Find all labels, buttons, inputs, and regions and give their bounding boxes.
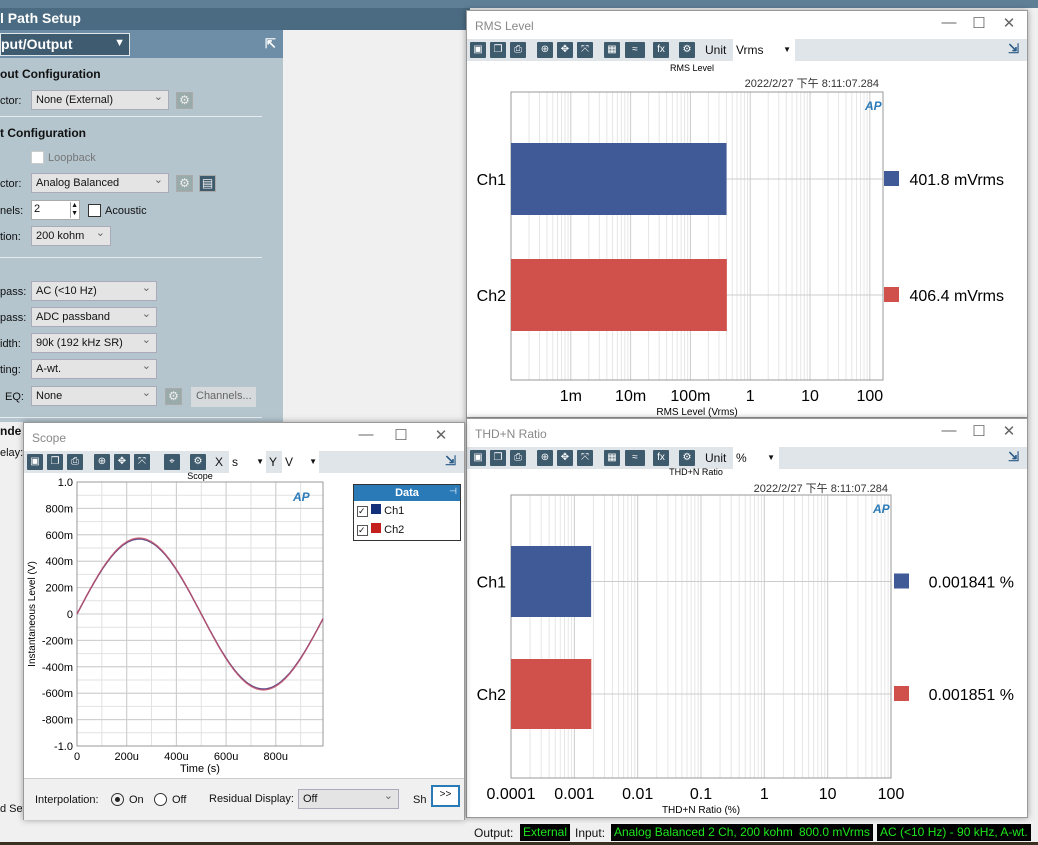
output-status-label: Output: <box>474 826 514 840</box>
x-tick-label: 600u <box>214 751 238 763</box>
ap-logo: AP <box>864 99 883 113</box>
legend-swatch <box>884 287 899 302</box>
y-tick-label: 600m <box>45 530 73 542</box>
y-tick-label: 200m <box>45 583 73 595</box>
filter-status-value: AC (<10 Hz) - 90 kHz, A-wt. <box>877 824 1031 841</box>
timestamp: 2022/2/27 下午 8:11:07.284 <box>754 482 888 495</box>
level-status-value: 800.0 mVrms <box>796 824 873 841</box>
legend-value: 406.4 mVrms <box>909 288 1004 305</box>
legend-value: 0.001851 % <box>929 687 1014 704</box>
y-tick-label: -800m <box>42 715 73 727</box>
x-axis-label: Time (s) <box>180 763 220 775</box>
input-status-value: Analog Balanced 2 Ch, 200 kohm <box>611 824 796 841</box>
x-tick-label: 0.01 <box>622 786 653 803</box>
chart-title: RMS Level <box>670 63 714 73</box>
x-tick-label: 200u <box>114 751 138 763</box>
x-tick-label: 100 <box>878 786 905 803</box>
x-tick-label: 400u <box>164 751 188 763</box>
bar-ch2 <box>511 659 592 729</box>
legend-swatch <box>884 171 899 186</box>
x-tick-label: 1m <box>560 388 582 405</box>
legend-value: 0.001841 % <box>929 575 1014 592</box>
x-tick-label: 0 <box>74 751 80 763</box>
category-label: Ch1 <box>477 172 506 189</box>
legend-swatch <box>894 686 909 701</box>
ap-logo: AP <box>872 502 891 516</box>
y-tick-label: 0 <box>67 609 73 621</box>
y-tick-label: -200m <box>42 635 73 647</box>
y-tick-label: 800m <box>45 503 73 515</box>
y-axis-label: Instantaneous Level (V) <box>27 561 38 667</box>
bar-ch2 <box>511 259 727 331</box>
timestamp: 2022/2/27 下午 8:11:07.284 <box>745 77 879 90</box>
category-label: Ch2 <box>477 288 506 305</box>
category-label: Ch1 <box>477 575 506 592</box>
status-bar: Output: External Input: Analog Balanced … <box>466 823 1038 842</box>
x-tick-label: 1 <box>760 786 769 803</box>
x-tick-label: 10m <box>615 388 646 405</box>
plot-area <box>510 91 884 381</box>
y-tick-label: 400m <box>45 556 73 568</box>
x-axis-label: THD+N Ratio (%) <box>662 805 740 816</box>
x-tick-label: 10 <box>819 786 837 803</box>
x-tick-label: 1 <box>746 388 755 405</box>
x-tick-label: 0.001 <box>554 786 594 803</box>
chart-title: THD+N Ratio <box>669 467 723 477</box>
bar-ch1 <box>511 546 592 617</box>
x-axis-label: RMS Level (Vrms) <box>656 407 737 418</box>
y-tick-label: -600m <box>42 688 73 700</box>
x-tick-label: 0.1 <box>690 786 712 803</box>
y-tick-label: -400m <box>42 662 73 674</box>
y-tick-label: 1.0 <box>58 477 73 489</box>
y-tick-label: -1.0 <box>54 741 73 753</box>
charts-layer: RMS Level 2022/2/27 下午 8:11:07.284 AP Ch1 40… <box>27 63 1014 816</box>
output-status-value: External <box>520 824 571 841</box>
x-tick-label: 0.0001 <box>487 786 536 803</box>
x-tick-label: 100m <box>670 388 710 405</box>
input-status-label: Input: <box>575 826 606 840</box>
x-tick-label: 100 <box>856 388 883 405</box>
category-label: Ch2 <box>477 687 506 704</box>
legend-value: 401.8 mVrms <box>909 172 1004 189</box>
legend-swatch <box>894 573 909 589</box>
x-tick-label: 10 <box>801 388 819 405</box>
x-tick-label: 800u <box>264 751 288 763</box>
chart-title: Scope <box>187 471 213 481</box>
bar-ch1 <box>511 143 727 215</box>
ap-logo: AP <box>292 490 311 504</box>
